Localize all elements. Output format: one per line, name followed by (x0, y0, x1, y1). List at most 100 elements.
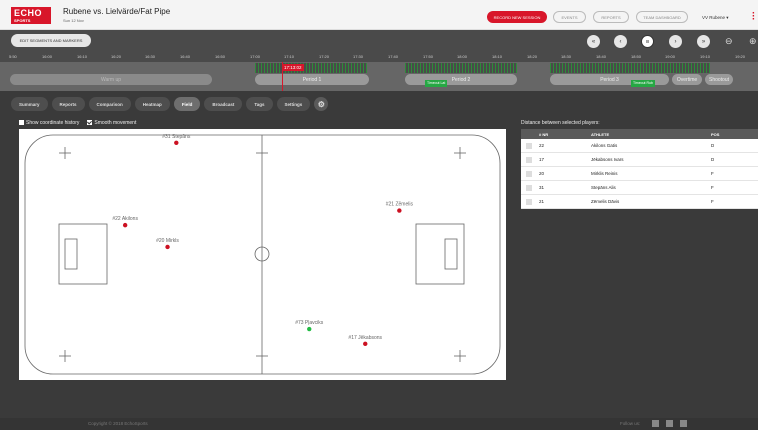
step-forward-icon[interactable]: › (669, 35, 682, 48)
player-label: #73 Pļavciks (295, 320, 324, 326)
skip-forward-icon[interactable]: » (697, 35, 710, 48)
tab-reports[interactable]: Reports (51, 97, 85, 111)
tick-label: 18:40 (596, 54, 607, 59)
tick-label: 17:40 (388, 54, 399, 59)
player-label: #21 Zēmelis (386, 202, 414, 208)
record-new-session-button[interactable]: RECORD NEW SESSION (487, 11, 547, 23)
row-checkbox[interactable] (526, 170, 532, 177)
player-dot[interactable] (174, 140, 179, 146)
player-number: 20 (539, 171, 545, 176)
player-marker[interactable]: #22 Akilons (112, 216, 138, 228)
table-row[interactable]: 21 Zēmelis Dāvis F (521, 195, 758, 209)
tick-label: 17:00 (250, 54, 261, 59)
tick-label: 16:30 (145, 54, 156, 59)
tab-field[interactable]: Field (173, 97, 201, 111)
table-row[interactable]: 17 Jēkabsons Ivars D (521, 153, 758, 167)
gear-icon[interactable]: ⚙ (314, 97, 329, 111)
player-dot[interactable] (165, 244, 170, 250)
events-period-3[interactable] (550, 63, 710, 73)
logo-subtext: SPORTS (14, 18, 31, 23)
pause-icon[interactable]: II (641, 35, 654, 48)
events-period-2[interactable] (405, 63, 517, 73)
column-nr[interactable]: # NR (537, 132, 589, 137)
app-header: ECHO SPORTS Rubene vs. Lielvärde/Fat Pip… (0, 0, 758, 30)
twitter-icon[interactable] (666, 420, 673, 427)
floorball-field: #31 Stepāns #22 Akilons #20 Mirkls #21 Zēme… (19, 129, 506, 380)
player-number: 21 (539, 199, 545, 204)
step-back-icon[interactable]: ‹ (614, 35, 627, 48)
player-dot[interactable] (122, 222, 128, 228)
tab-comparison[interactable]: Comparison (88, 97, 131, 111)
tick-label: 18:10 (492, 54, 503, 59)
tab-tags[interactable]: Tags (246, 97, 273, 111)
segment-overtime[interactable]: Overtime (672, 74, 702, 85)
player-dot[interactable] (397, 208, 402, 213)
segment-period-1[interactable]: Period 1 (255, 74, 369, 85)
team-dashboard-button[interactable]: TEAM DASHBOARD (636, 11, 688, 23)
player-marker[interactable]: #73 Pļavciks (295, 320, 324, 332)
instagram-icon[interactable] (680, 420, 687, 427)
zoom-out-icon[interactable]: ⊖ (725, 36, 733, 47)
tab-heatmap[interactable]: Heatmap (134, 97, 170, 111)
column-athlete[interactable]: ATHLETE (589, 132, 709, 137)
rink-boundary (24, 134, 501, 375)
page-footer: Copyright © 2018 EchoSports Follow us: (0, 418, 758, 430)
distance-table: # NR ATHLETE POS 22 Akilons Gatis D 17 J… (521, 129, 758, 209)
row-checkbox[interactable] (526, 198, 532, 205)
edit-segments-button[interactable]: EDIT SEGMENTS AND MARKERS (11, 34, 91, 47)
coordinate-history-checkbox[interactable] (19, 120, 24, 126)
tick-label: 18:30 (561, 54, 572, 59)
player-label: #31 Stepāns (162, 134, 191, 140)
timeout-lat-marker[interactable]: Timeout Lat (425, 80, 448, 87)
segment-warm-up[interactable]: Warm up (10, 74, 212, 85)
reports-button[interactable]: REPORTS (593, 11, 629, 23)
row-checkbox[interactable] (526, 184, 532, 191)
player-marker[interactable]: #20 Mirkls (156, 238, 179, 250)
events-button[interactable]: EVENTS (553, 11, 586, 23)
facebook-icon[interactable] (652, 420, 659, 427)
athlete-name: Mirklis Reinis (591, 171, 618, 176)
tick-label: 18:00 (457, 54, 468, 59)
left-goal-area (58, 223, 108, 285)
smooth-movement-checkbox[interactable] (87, 120, 93, 126)
column-pos[interactable]: POS (709, 132, 758, 137)
player-dot[interactable] (307, 326, 312, 332)
player-dot[interactable] (363, 341, 368, 347)
skip-back-icon[interactable]: « (587, 35, 600, 48)
tick-label: 17:10 (284, 54, 295, 59)
more-menu-icon[interactable]: · · · (752, 9, 755, 25)
user-menu[interactable]: VV Rubene ▾ (702, 15, 729, 21)
player-number: 31 (539, 185, 545, 190)
segment-period-2[interactable]: Period 2 (405, 74, 517, 85)
tab-settings[interactable]: Settings (276, 97, 311, 111)
smooth-movement-option[interactable]: Smooth movement (87, 120, 136, 126)
timeout-rub-marker[interactable]: Timeout Rub (631, 80, 655, 87)
player-marker[interactable]: #31 Stepāns (162, 134, 191, 146)
tick-label: 17:30 (353, 54, 364, 59)
tab-summary[interactable]: Summary (11, 97, 48, 111)
game-title: Rubene vs. Lielvärde/Fat Pipe (63, 7, 171, 16)
tab-broadcast[interactable]: Broadcast (204, 97, 243, 111)
session-timeline[interactable]: 5:50 16:00 16:10 16:20 16:30 16:40 16:50… (0, 52, 758, 91)
segment-shootout[interactable]: Shootout (705, 74, 733, 85)
player-number: 17 (539, 157, 545, 162)
field-options: Show coordinate history Smooth movement (19, 120, 136, 126)
tick-label: 16:20 (111, 54, 122, 59)
athlete-name: Stepāns Alis (591, 185, 616, 190)
athlete-name: Jēkabsons Ivars (591, 157, 624, 162)
coordinate-history-option[interactable]: Show coordinate history (19, 120, 79, 126)
current-time-marker[interactable]: 17:13:02 (282, 64, 304, 71)
echo-sports-logo[interactable]: ECHO SPORTS (11, 7, 51, 24)
table-row[interactable]: 20 Mirklis Reinis F (521, 167, 758, 181)
tick-label: 19:00 (665, 54, 676, 59)
table-row[interactable]: 31 Stepāns Alis F (521, 181, 758, 195)
player-marker[interactable]: #17 Jēkabsons (348, 335, 383, 347)
tick-label: 5:50 (9, 54, 17, 59)
zoom-in-icon[interactable]: ⊕ (749, 36, 757, 47)
row-checkbox[interactable] (526, 142, 532, 149)
table-row[interactable]: 22 Akilons Gatis D (521, 139, 758, 153)
playback-toolbar: EDIT SEGMENTS AND MARKERS « ‹ II › » ⊖ ⊕ (0, 30, 758, 52)
row-checkbox[interactable] (526, 156, 532, 163)
player-marker[interactable]: #21 Zēmelis (386, 202, 414, 213)
events-period-1[interactable] (255, 63, 367, 73)
